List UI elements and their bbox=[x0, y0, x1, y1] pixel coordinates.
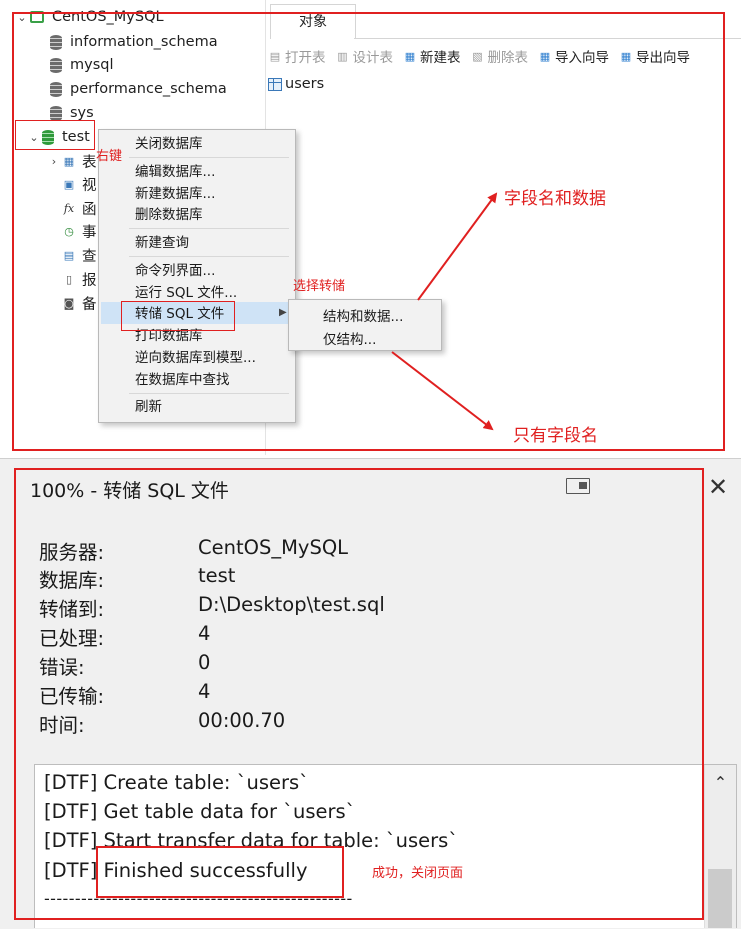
scrollbar-thumb[interactable] bbox=[708, 869, 732, 928]
annotation-frame-top bbox=[12, 12, 725, 451]
close-icon[interactable]: ✕ bbox=[704, 472, 732, 502]
annotation-frame-bottom bbox=[14, 468, 704, 920]
navicat-main-window: ⌄ CentOS_MySQL information_schema mysql … bbox=[0, 0, 741, 455]
log-scrollbar[interactable]: ⌃ bbox=[704, 765, 736, 928]
scroll-up-icon[interactable]: ⌃ bbox=[705, 773, 736, 792]
